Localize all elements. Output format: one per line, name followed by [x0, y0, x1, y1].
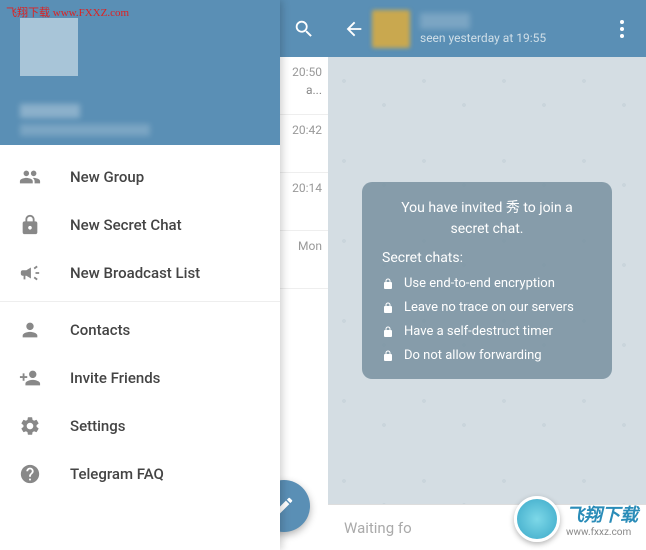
- help-icon: [18, 462, 42, 486]
- chat-header: seen yesterday at 19:55: [328, 0, 646, 57]
- lock-icon: [382, 349, 394, 363]
- menu-new-broadcast[interactable]: New Broadcast List: [0, 249, 280, 297]
- person-add-icon: [18, 366, 42, 390]
- contact-avatar[interactable]: [372, 10, 410, 48]
- menu-label: New Group: [70, 168, 144, 186]
- chat-list-partial: 20:50 a... 20:42 20:14 Mon: [280, 0, 328, 550]
- menu-label: Invite Friends: [70, 369, 160, 387]
- more-button[interactable]: [604, 11, 640, 47]
- watermark-text-cn: 飞翔下载: [566, 501, 638, 527]
- chat-list-item[interactable]: 20:14: [280, 173, 328, 231]
- invite-text: You have invited 秀 to join asecret chat.: [382, 198, 592, 240]
- menu-label: New Broadcast List: [70, 264, 200, 282]
- drawer-menu: New Group New Secret Chat New Broadcast …: [0, 145, 280, 502]
- menu-label: Telegram FAQ: [70, 465, 164, 483]
- lock-icon: [382, 277, 394, 291]
- contact-name: [420, 13, 470, 29]
- feature-item: Have a self-destruct timer: [382, 324, 592, 339]
- chat-list-item[interactable]: 20:42: [280, 115, 328, 173]
- menu-faq[interactable]: Telegram FAQ: [0, 450, 280, 498]
- arrow-left-icon: [343, 18, 365, 40]
- user-avatar[interactable]: [20, 18, 78, 76]
- menu-section-2: Contacts Invite Friends Settings Telegra…: [0, 302, 280, 502]
- chat-body: You have invited 秀 to join asecret chat.…: [328, 57, 646, 504]
- menu-label: Settings: [70, 417, 126, 435]
- watermark-text-url: www.fxxz.com: [566, 527, 638, 538]
- menu-new-group[interactable]: New Group: [0, 153, 280, 201]
- lock-icon: [382, 301, 394, 315]
- chat-list-item[interactable]: Mon: [280, 231, 328, 289]
- menu-invite-friends[interactable]: Invite Friends: [0, 354, 280, 402]
- secret-chat-info-card: You have invited 秀 to join asecret chat.…: [362, 182, 612, 379]
- contact-info[interactable]: seen yesterday at 19:55: [420, 13, 604, 45]
- group-icon: [18, 165, 42, 189]
- feature-item: Do not allow forwarding: [382, 348, 592, 363]
- menu-new-secret-chat[interactable]: New Secret Chat: [0, 201, 280, 249]
- person-icon: [18, 318, 42, 342]
- more-vert-icon: [620, 20, 624, 38]
- menu-contacts[interactable]: Contacts: [0, 306, 280, 354]
- watermark-top-left: 飞翔下载 www.FXXZ.com: [6, 4, 129, 20]
- feature-item: Use end-to-end encryption: [382, 276, 592, 291]
- watermark-logo: [514, 496, 560, 542]
- search-button[interactable]: [280, 0, 328, 57]
- gear-icon: [18, 414, 42, 438]
- right-screenshot: seen yesterday at 19:55 You have invited…: [328, 0, 646, 550]
- feature-item: Leave no trace on our servers: [382, 300, 592, 315]
- chat-time: 20:50: [292, 65, 322, 79]
- user-name: [20, 104, 80, 118]
- menu-settings[interactable]: Settings: [0, 402, 280, 450]
- contact-status: seen yesterday at 19:55: [420, 31, 604, 45]
- input-placeholder: Waiting fo: [344, 519, 412, 537]
- drawer-header: [0, 0, 280, 145]
- chat-time: 20:42: [292, 123, 322, 137]
- back-button[interactable]: [336, 11, 372, 47]
- lock-icon: [382, 325, 394, 339]
- chat-list-item[interactable]: 20:50 a...: [280, 57, 328, 115]
- menu-section-1: New Group New Secret Chat New Broadcast …: [0, 149, 280, 302]
- megaphone-icon: [18, 261, 42, 285]
- watermark-bottom-right: 飞翔下载 www.fxxz.com: [514, 496, 638, 542]
- section-title: Secret chats:: [382, 250, 592, 266]
- user-phone: [20, 124, 150, 136]
- chat-time: 20:14: [292, 181, 322, 195]
- chat-time: Mon: [298, 239, 322, 253]
- left-screenshot: 20:50 a... 20:42 20:14 Mon New Group: [0, 0, 328, 550]
- menu-label: New Secret Chat: [70, 216, 182, 234]
- search-icon: [293, 18, 315, 40]
- menu-label: Contacts: [70, 321, 130, 339]
- lock-icon: [18, 213, 42, 237]
- chat-preview: a...: [306, 83, 322, 97]
- navigation-drawer: New Group New Secret Chat New Broadcast …: [0, 0, 280, 550]
